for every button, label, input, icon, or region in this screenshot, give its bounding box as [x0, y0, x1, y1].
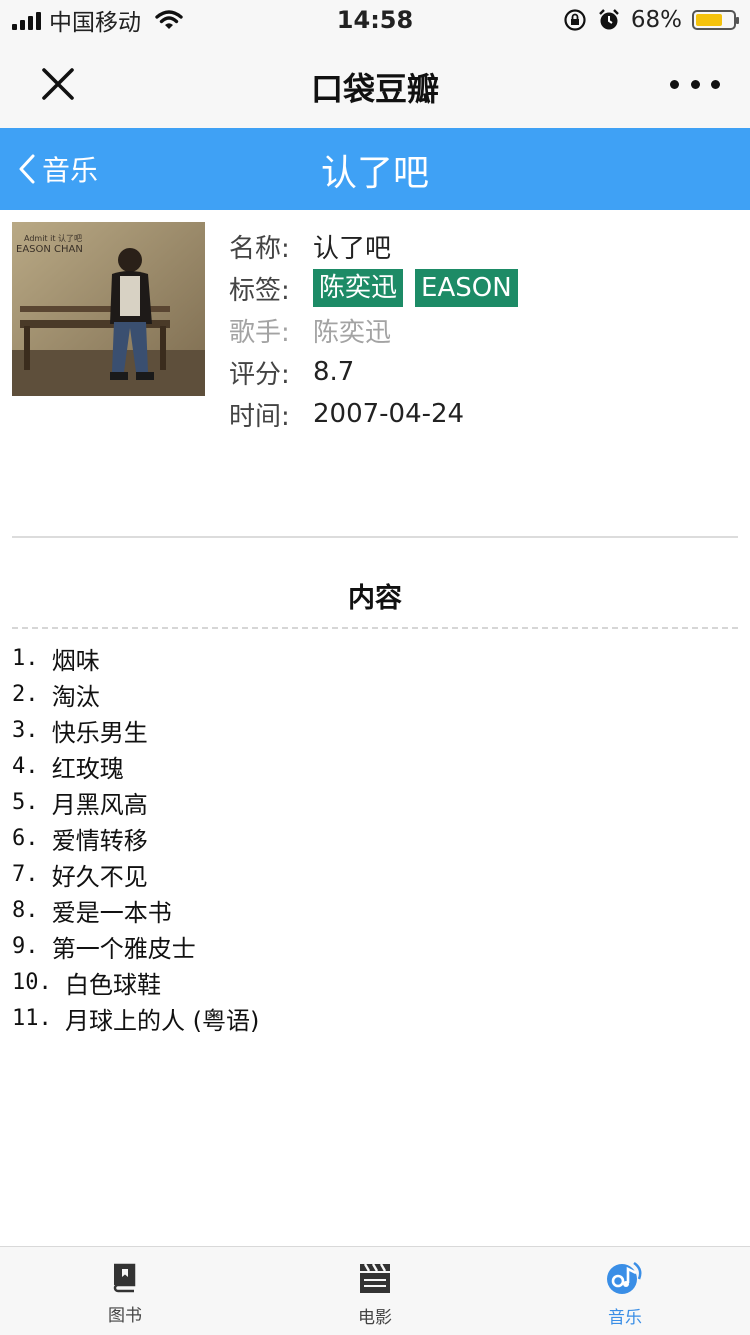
- contents-title: 内容: [348, 583, 402, 614]
- track-title: 爱情转移: [51, 826, 148, 855]
- page-header: 音乐 认了吧: [0, 128, 750, 210]
- track-number: 5.: [12, 789, 52, 815]
- track-title: 好久不见: [51, 862, 148, 891]
- rating-label: 评分:: [229, 359, 290, 390]
- track-number: 8.: [12, 897, 52, 923]
- list-item: 2. 淘汰: [12, 676, 259, 712]
- clapperboard-icon: [360, 1263, 390, 1293]
- tab-label: 图书: [108, 1306, 142, 1326]
- tab-label: 电影: [358, 1308, 392, 1328]
- track-number: 1.: [12, 645, 52, 671]
- rating-row: 评分: 8.7: [229, 351, 530, 393]
- album-cover-art: Admit it 认了吧 EASON CHAN: [12, 222, 205, 396]
- tab-bar: 图书 电影 音乐: [0, 1246, 750, 1335]
- track-number: 6.: [12, 825, 52, 851]
- tab-label: 音乐: [608, 1308, 642, 1328]
- more-options-button[interactable]: [670, 70, 720, 98]
- tab-movies[interactable]: 电影: [250, 1247, 500, 1335]
- rating-value: 8.7: [313, 357, 355, 387]
- track-number: 11.: [12, 1005, 65, 1031]
- track-list: 1. 烟味 2. 淘汰 3. 快乐男生 4. 红玫瑰 5. 月黑风高 6. 爱情…: [12, 640, 259, 1036]
- list-item: 5. 月黑风高: [12, 784, 259, 820]
- track-title: 红玫瑰: [51, 754, 124, 783]
- name-row: 名称: 认了吧: [229, 225, 530, 267]
- list-item: 6. 爱情转移: [12, 820, 259, 856]
- tag-chip[interactable]: EASON: [415, 269, 518, 307]
- artist-row: 歌手: 陈奕迅: [229, 309, 530, 351]
- track-number: 7.: [12, 861, 52, 887]
- divider: [12, 536, 738, 538]
- track-title: 淘汰: [51, 682, 100, 711]
- track-title: 快乐男生: [51, 718, 148, 747]
- release-date: 2007-04-24: [313, 399, 465, 429]
- date-label: 时间:: [229, 401, 290, 432]
- battery-percent: 68%: [630, 7, 682, 33]
- artist-name: 陈奕迅: [313, 317, 392, 348]
- cover-subtitle: Admit it 认了吧: [24, 233, 82, 243]
- list-item: 8. 爱是一本书: [12, 892, 259, 928]
- track-title: 爱是一本书: [51, 898, 172, 927]
- track-title: 月球上的人 (粤语): [64, 1006, 260, 1035]
- tag-chip[interactable]: 陈奕迅: [313, 269, 404, 307]
- tags-label: 标签:: [229, 275, 290, 306]
- list-item: 7. 好久不见: [12, 856, 259, 892]
- track-title: 月黑风高: [51, 790, 148, 819]
- album-cover: Admit it 认了吧 EASON CHAN: [12, 222, 205, 396]
- book-icon: [113, 1263, 136, 1293]
- track-number: 2.: [12, 681, 52, 707]
- date-row: 时间: 2007-04-24: [229, 393, 530, 435]
- track-number: 9.: [12, 933, 52, 959]
- track-number: 3.: [12, 717, 52, 743]
- list-item: 9. 第一个雅皮士: [12, 928, 259, 964]
- list-item: 1. 烟味: [12, 640, 259, 676]
- rotation-lock-icon: [564, 9, 586, 31]
- dot-icon: [711, 79, 720, 89]
- artist-label: 歌手:: [229, 317, 290, 348]
- app-title: 口袋豆瓣: [310, 70, 439, 108]
- dot-icon: [670, 79, 679, 89]
- status-bar: 中国移动 14:58 68%: [0, 0, 750, 40]
- alarm-icon: [599, 9, 619, 30]
- dot-icon: [690, 79, 700, 89]
- track-title: 烟味: [51, 646, 100, 675]
- track-title: 第一个雅皮士: [51, 934, 196, 963]
- tab-music[interactable]: 音乐: [500, 1247, 750, 1335]
- miniprogram-nav-bar: 口袋豆瓣: [0, 40, 750, 128]
- cover-artist: EASON CHAN: [16, 244, 83, 255]
- dashed-divider: [12, 627, 738, 629]
- list-item: 3. 快乐男生: [12, 712, 259, 748]
- track-number: 4.: [12, 753, 52, 779]
- tab-books[interactable]: 图书: [0, 1247, 250, 1335]
- track-number: 10.: [12, 969, 65, 995]
- list-item: 11. 月球上的人 (粤语): [12, 1000, 259, 1036]
- list-item: 10. 白色球鞋: [12, 964, 259, 1000]
- album-name: 认了吧: [313, 233, 392, 264]
- track-title: 白色球鞋: [64, 970, 161, 999]
- album-info: 名称: 认了吧 标签: 陈奕迅 EASON 歌手: 陈奕迅 评分: 8.7 时间…: [229, 225, 530, 435]
- page-title: 认了吧: [320, 153, 429, 194]
- battery-icon: [692, 10, 739, 30]
- status-right: 68%: [563, 6, 739, 34]
- tags-row: 标签: 陈奕迅 EASON: [229, 267, 530, 309]
- list-item: 4. 红玫瑰: [12, 748, 259, 784]
- name-label: 名称:: [229, 233, 290, 264]
- music-disc-icon: [607, 1261, 642, 1294]
